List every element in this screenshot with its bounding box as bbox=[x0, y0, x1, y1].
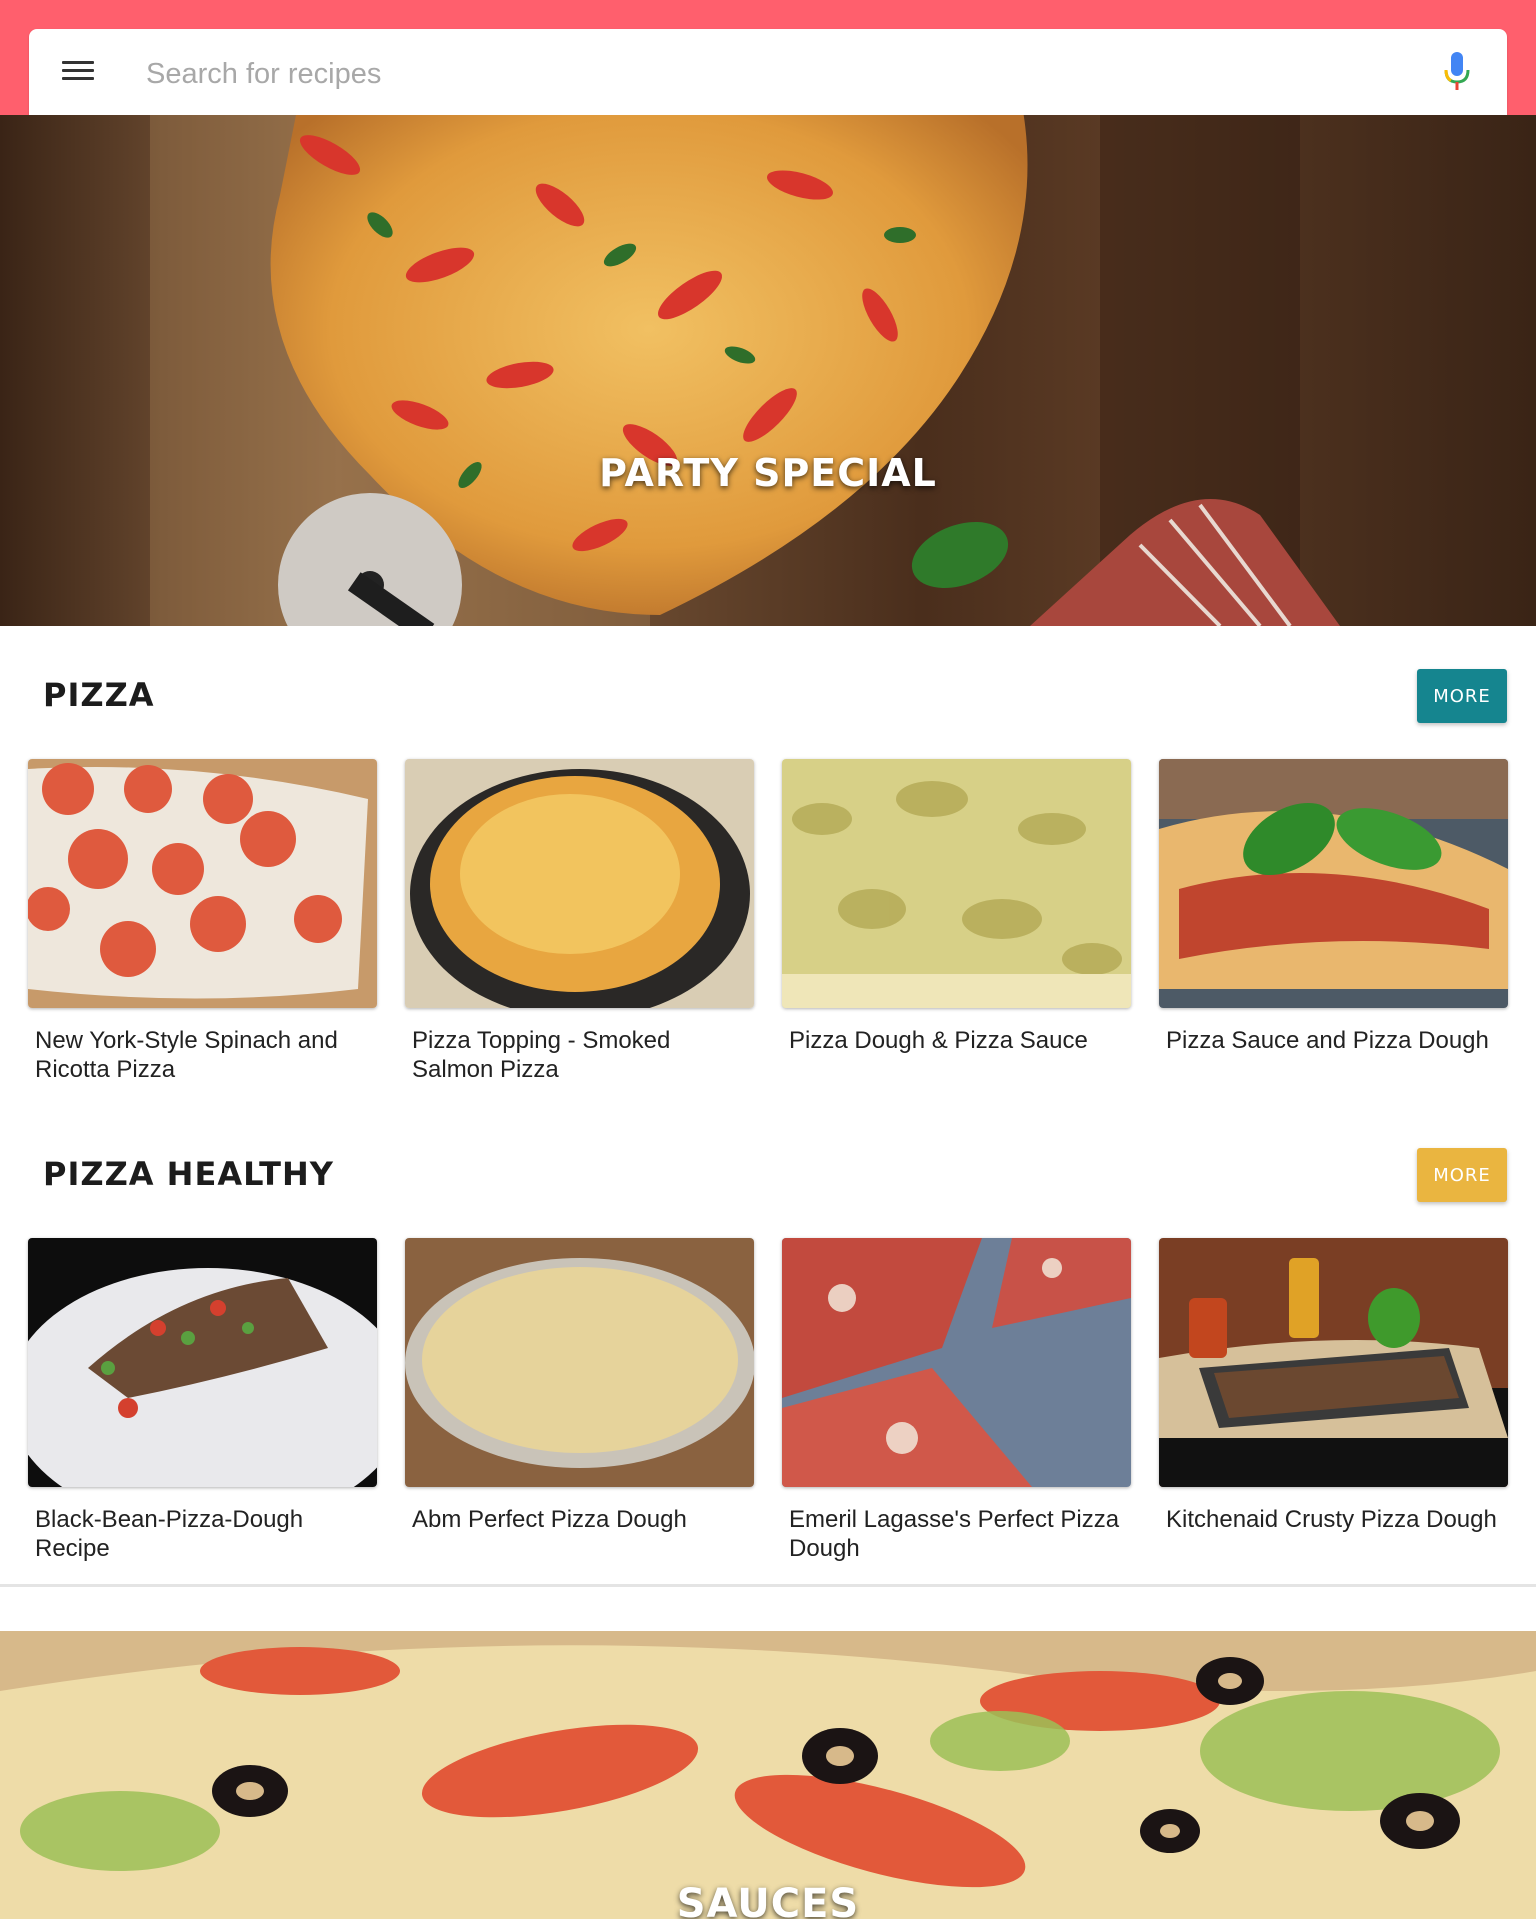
microphone-icon[interactable] bbox=[1440, 50, 1474, 94]
pizza-healthy-more-button[interactable]: MORE bbox=[1417, 1148, 1507, 1202]
sauces-banner[interactable]: SAUCES bbox=[0, 1631, 1536, 1919]
recipe-image bbox=[405, 1238, 754, 1487]
sauces-banner-image bbox=[0, 1631, 1536, 1919]
recipe-title: Pizza Topping - Smoked Salmon Pizza bbox=[412, 1027, 671, 1083]
banner-title: PARTY SPECIAL bbox=[599, 451, 937, 495]
pizza-banner-image bbox=[150, 115, 1340, 626]
recipe-title: New York-Style Spinach and Ricotta Pizza bbox=[35, 1027, 338, 1083]
party-special-banner[interactable]: PARTY SPECIAL bbox=[0, 115, 1536, 626]
section-title-pizza-healthy: PIZZA HEALTHY bbox=[43, 1155, 334, 1193]
section-divider bbox=[0, 1584, 1536, 1587]
recipe-title: Pizza Dough & Pizza Sauce bbox=[789, 1027, 1088, 1054]
hamburger-menu-icon[interactable] bbox=[60, 56, 96, 86]
recipe-image bbox=[782, 759, 1131, 1008]
recipe-card[interactable]: New York-Style Spinach and Ricotta Pizza bbox=[28, 759, 377, 1084]
recipe-image bbox=[28, 759, 377, 1008]
recipe-title: Abm Perfect Pizza Dough bbox=[412, 1506, 687, 1533]
recipe-title: Black-Bean-Pizza-Dough Recipe bbox=[35, 1506, 304, 1562]
recipe-card[interactable]: Emeril Lagasse's Perfect Pizza Dough bbox=[782, 1238, 1131, 1563]
sauces-title: SAUCES bbox=[676, 1881, 860, 1919]
search-input[interactable] bbox=[144, 48, 1408, 100]
section-title-pizza: PIZZA bbox=[43, 676, 155, 714]
pizza-more-button[interactable]: MORE bbox=[1417, 669, 1507, 723]
recipe-card[interactable]: Pizza Sauce and Pizza Dough bbox=[1159, 759, 1508, 1055]
recipe-card[interactable]: Black-Bean-Pizza-Dough Recipe bbox=[28, 1238, 377, 1563]
recipe-image bbox=[405, 759, 754, 1008]
recipe-image bbox=[28, 1238, 377, 1487]
recipe-image bbox=[1159, 1238, 1508, 1487]
recipe-image bbox=[782, 1238, 1131, 1487]
recipe-card[interactable]: Kitchenaid Crusty Pizza Dough bbox=[1159, 1238, 1508, 1534]
recipe-card[interactable]: Pizza Topping - Smoked Salmon Pizza bbox=[405, 759, 754, 1084]
recipe-image bbox=[1159, 759, 1508, 1008]
recipe-title: Emeril Lagasse's Perfect Pizza Dough bbox=[789, 1506, 1120, 1562]
recipe-title: Pizza Sauce and Pizza Dough bbox=[1166, 1027, 1489, 1054]
recipe-card[interactable]: Abm Perfect Pizza Dough bbox=[405, 1238, 754, 1534]
recipe-card[interactable]: Pizza Dough & Pizza Sauce bbox=[782, 759, 1131, 1055]
recipe-title: Kitchenaid Crusty Pizza Dough bbox=[1166, 1506, 1497, 1533]
